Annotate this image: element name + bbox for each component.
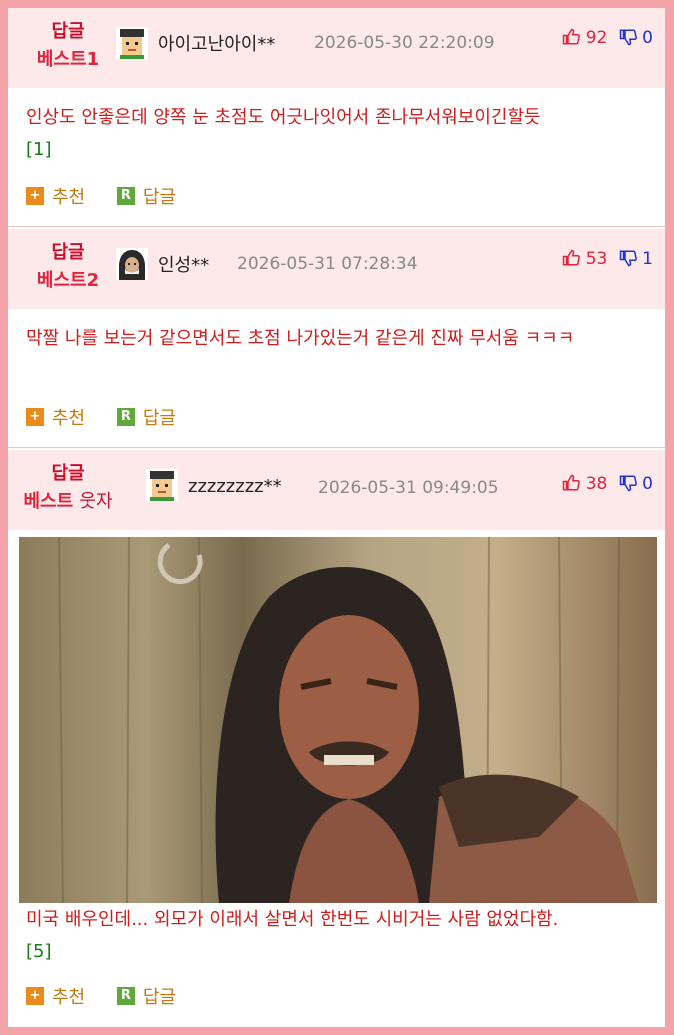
comment-actions: + 추천 R 답글 <box>26 983 202 1009</box>
downvote-count: 0 <box>642 474 653 494</box>
comment-text: 미국 배우인데... 외모가 이래서 살면서 한번도 시비거는 사람 없었다함. <box>26 909 559 930</box>
comment-text: 막짤 나를 보는거 같으면서도 초점 나가있는거 같은게 진짜 무서움 ㅋㅋㅋ <box>26 328 575 349</box>
downvote-count: 1 <box>642 249 653 269</box>
upvote-button[interactable]: 92 <box>562 28 612 48</box>
recommend-label: 추천 <box>52 987 86 1008</box>
photo-image <box>19 537 657 903</box>
reply-label: 답글 <box>142 408 176 429</box>
vote-counts: 38 0 <box>562 474 653 494</box>
upvote-count: 38 <box>585 474 608 494</box>
reply-label: 답글 <box>142 187 176 208</box>
upvote-button[interactable]: 38 <box>562 474 612 494</box>
thumbs-down-icon <box>619 250 637 267</box>
comment-best1: 답글 베스트1 아이고난아이** 2026-05-30 22:20:09 92 <box>8 8 665 226</box>
recommend-label: 추천 <box>52 408 86 429</box>
vote-counts: 92 0 <box>562 28 653 48</box>
comment-date: 2026-05-31 07:28:34 <box>237 254 418 274</box>
recommend-button[interactable]: + 추천 <box>26 983 85 1009</box>
upvote-count: 53 <box>585 249 608 269</box>
reply-r-icon: R <box>116 408 135 426</box>
best-badge: 답글 베스트1 <box>18 18 118 74</box>
downvote-count: 0 <box>642 28 653 48</box>
comment-actions: + 추천 R 답글 <box>26 183 202 209</box>
reply-r-icon: R <box>116 187 135 205</box>
comment-body: 인상도 안좋은데 양쪽 눈 초점도 어긋나잇어서 존나무서워보이긴할듯 [1] <box>26 102 651 166</box>
badge-best-text: 베스트 <box>23 491 74 512</box>
reply-ref-link[interactable]: [5] <box>26 941 52 962</box>
reply-r-icon: R <box>116 987 135 1005</box>
comment-body: 미국 배우인데... 외모가 이래서 살면서 한번도 시비거는 사람 없었다함.… <box>26 904 651 968</box>
comment-date: 2026-05-30 22:20:09 <box>314 33 495 53</box>
badge-reply-label: 답글 <box>51 463 85 484</box>
badge-category[interactable]: 웃자 <box>79 491 112 512</box>
comment-header: 답글 베스트2 인성** 2026-05-31 07:28:34 53 1 <box>8 229 665 309</box>
downvote-button[interactable]: 0 <box>619 28 653 48</box>
username[interactable]: 아이고난아이** <box>158 30 275 56</box>
best-badge: 답글 베스트 웃자 <box>18 460 118 516</box>
username[interactable]: 인성** <box>158 251 209 277</box>
badge-best-label: 베스트2 <box>36 270 100 291</box>
attached-photo[interactable] <box>19 537 657 903</box>
comment-best2: 답글 베스트2 인성** 2026-05-31 07:28:34 53 1 막짤… <box>8 229 665 447</box>
thumbs-up-icon <box>563 28 581 45</box>
badge-reply-label: 답글 <box>51 21 85 42</box>
plus-icon: + <box>26 408 44 426</box>
plus-icon: + <box>26 187 44 205</box>
reply-button[interactable]: R 답글 <box>116 983 176 1009</box>
best-badge: 답글 베스트2 <box>18 239 118 295</box>
badge-best-label: 베스트 웃자 <box>18 488 118 516</box>
username[interactable]: zzzzzzzz** <box>188 476 282 497</box>
reply-button[interactable]: R 답글 <box>116 183 176 209</box>
badge-reply-label: 답글 <box>51 242 85 263</box>
comment-list: 답글 베스트1 아이고난아이** 2026-05-30 22:20:09 92 <box>8 8 665 1027</box>
reply-button[interactable]: R 답글 <box>116 404 176 430</box>
thumbs-down-icon <box>619 29 637 46</box>
vote-counts: 53 1 <box>562 249 653 269</box>
divider <box>8 226 665 227</box>
reply-label: 답글 <box>142 987 176 1008</box>
pixel-face-icon[interactable] <box>146 469 178 501</box>
thumbs-up-icon <box>563 249 581 266</box>
divider <box>8 447 665 448</box>
comment-actions: + 추천 R 답글 <box>26 404 202 430</box>
hooded-figure-icon[interactable] <box>116 248 148 280</box>
thumbs-down-icon <box>619 475 637 492</box>
badge-best-label: 베스트1 <box>36 49 100 70</box>
comment-date: 2026-05-31 09:49:05 <box>318 478 499 498</box>
comment-header: 답글 베스트 웃자 zzzzzzzz** 2026-05-31 09:49:05… <box>8 450 665 530</box>
upvote-count: 92 <box>585 28 608 48</box>
recommend-label: 추천 <box>52 187 86 208</box>
reply-ref-link[interactable]: [1] <box>26 139 52 160</box>
comment-text: 인상도 안좋은데 양쪽 눈 초점도 어긋나잇어서 존나무서워보이긴할듯 <box>26 107 541 128</box>
pixel-face-icon[interactable] <box>116 27 148 59</box>
thumbs-up-icon <box>563 474 581 491</box>
recommend-button[interactable]: + 추천 <box>26 183 85 209</box>
downvote-button[interactable]: 1 <box>619 249 653 269</box>
recommend-button[interactable]: + 추천 <box>26 404 85 430</box>
downvote-button[interactable]: 0 <box>619 474 653 494</box>
plus-icon: + <box>26 987 44 1005</box>
upvote-button[interactable]: 53 <box>562 249 612 269</box>
comment-header: 답글 베스트1 아이고난아이** 2026-05-30 22:20:09 92 <box>8 8 665 88</box>
comment-body: 막짤 나를 보는거 같으면서도 초점 나가있는거 같은게 진짜 무서움 ㅋㅋㅋ <box>26 323 651 355</box>
